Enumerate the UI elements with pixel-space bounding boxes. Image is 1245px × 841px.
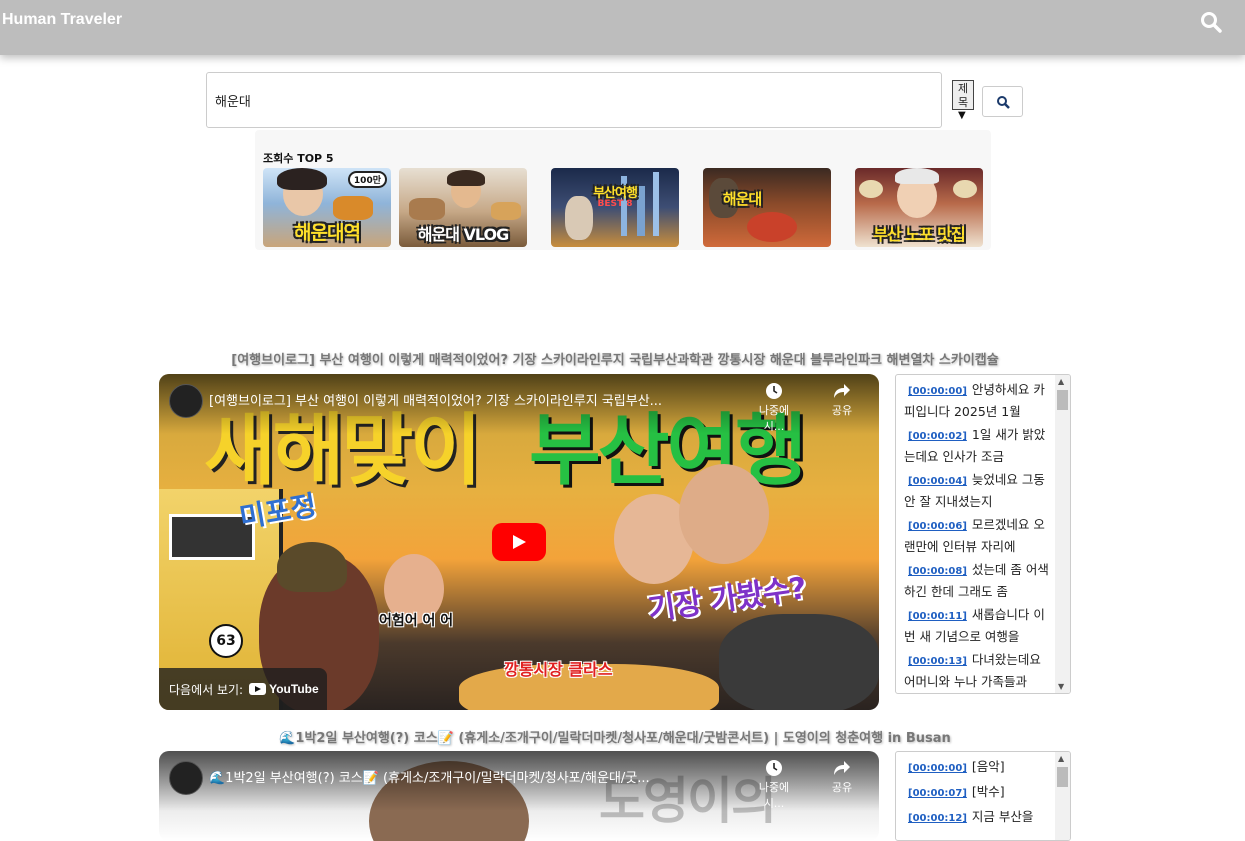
transcript-scrollbar[interactable]: ▲ — [1055, 752, 1070, 840]
youtube-logo-icon: YouTube — [249, 682, 319, 696]
transcript-text: 지금 부산을 — [971, 809, 1034, 824]
search-input[interactable] — [206, 72, 942, 128]
timestamp-link[interactable]: [00:00:04] — [908, 476, 967, 487]
watch-on-youtube[interactable]: 다음에서 보기: YouTube — [159, 668, 327, 710]
watch-later-label: 나중에 시... — [758, 404, 790, 433]
play-button[interactable] — [492, 523, 546, 561]
thumb-caption: 해운대 — [722, 190, 762, 208]
top5-thumb-2[interactable]: 해운대 VLOG — [399, 168, 527, 247]
chevron-down-icon: ▼ — [958, 110, 966, 121]
thumbnail-text: 어험어 어 어 — [379, 613, 454, 629]
timestamp-link[interactable]: [00:00:08] — [908, 566, 967, 577]
timestamp-link[interactable]: [00:00:02] — [908, 431, 967, 442]
timestamp-link[interactable]: [00:00:11] — [908, 611, 967, 622]
top5-thumb-1[interactable]: 100만 해운대역 — [263, 168, 391, 247]
thumb-caption: 해운대역 — [294, 222, 361, 244]
top5-thumb-5[interactable]: 부산 노포 맛집 — [855, 168, 983, 247]
video-player[interactable]: 63 새해맞이 부산여행 미포정 기장 가봤수? 깡통시장 클라스 어험어 어 … — [159, 374, 879, 710]
top5-thumb-4[interactable]: 해운대 — [703, 168, 831, 247]
transcript-text: [음악] — [971, 759, 1005, 774]
player-title[interactable]: 🌊1박2일 부산여행(?) 코스📝 (휴게소/조개구이/밀락더마켓/청사포/해운… — [209, 767, 739, 786]
top5-title: 조회수 TOP 5 — [263, 152, 334, 165]
share-button[interactable]: 공유 — [817, 382, 867, 418]
thumb-subcaption: BEST 8 — [597, 199, 633, 209]
search-filter-select[interactable]: 제목 — [952, 80, 974, 110]
thumbnail-text: 깡통시장 클라스 — [504, 660, 613, 679]
video-title[interactable]: [여행브이로그] 부산 여행이 이렇게 매력적이었어? 기장 스카이라인루지 국… — [0, 349, 1230, 368]
watch-later-label: 나중에 시... — [758, 781, 790, 810]
transcript-line: [00:00:11] 새롭습니다 이번 새 기념으로 여행을 — [904, 605, 1054, 647]
timestamp-link[interactable]: [00:00:00] — [908, 386, 967, 397]
play-icon — [513, 535, 526, 549]
channel-avatar[interactable] — [169, 384, 203, 418]
search-button[interactable] — [982, 86, 1023, 117]
transcript-line: [00:00:00] 안녕하세요 카피입니다 2025년 1월 — [904, 380, 1054, 422]
timestamp-link[interactable]: [00:00:07] — [908, 788, 967, 799]
clock-icon — [766, 760, 782, 776]
brand-logo[interactable]: Human Traveler — [2, 11, 122, 29]
share-icon — [834, 384, 850, 398]
transcript-list: [00:00:00] [음악] [00:00:07] [박수] [00:00:12] 지금… — [896, 757, 1054, 832]
transcript-line: [00:00:08] 섰는데 좀 어색하긴 한데 그래도 좀 — [904, 560, 1054, 602]
filter-label: 제목 — [957, 82, 969, 109]
video-title[interactable]: 🌊1박2일 부산여행(?) 코스📝 (휴게소/조개구이/밀락더마켓/청사포/해운… — [0, 727, 1230, 746]
clock-icon — [766, 383, 782, 399]
transcript-line: [00:00:04] 늦었네요 그동안 잘 지내셨는지 — [904, 470, 1054, 512]
thumb-caption: 부산 노포 맛집 — [873, 225, 965, 244]
transcript-scrollbar[interactable]: ▲ ▼ — [1055, 375, 1070, 693]
top-nav-bar: Human Traveler — [0, 0, 1245, 55]
timestamp-link[interactable]: [00:00:13] — [908, 656, 967, 667]
top5-thumb-3[interactable]: 부산여행 BEST 8 — [551, 168, 679, 247]
timestamp-link[interactable]: [00:00:06] — [908, 521, 967, 532]
transcript-line: [00:00:00] [음악] — [904, 757, 1054, 779]
share-button[interactable]: 공유 — [817, 759, 867, 795]
timestamp-link[interactable]: [00:00:12] — [908, 813, 967, 824]
transcript-panel[interactable]: [00:00:00] [음악] [00:00:07] [박수] [00:00:12] 지금… — [895, 751, 1071, 841]
transcript-line: [00:00:02] 1일 새가 밝았는데요 인사가 조금 — [904, 425, 1054, 467]
transcript-list: [00:00:00] 안녕하세요 카피입니다 2025년 1월 [00:00:02]… — [896, 380, 1054, 693]
share-icon — [834, 761, 850, 775]
search-icon[interactable] — [1199, 10, 1223, 34]
transcript-panel[interactable]: [00:00:00] 안녕하세요 카피입니다 2025년 1월 [00:00:02]… — [895, 374, 1071, 694]
transcript-text: [박수] — [971, 784, 1005, 799]
view-count-badge: 100만 — [347, 171, 387, 188]
player-title[interactable]: [여행브이로그] 부산 여행이 이렇게 매력적이었어? 기장 스카이라인루지 국… — [209, 390, 739, 409]
video-player[interactable]: 도영이의 🌊1박2일 부산여행(?) 코스📝 (휴게소/조개구이/밀락더마켓/청… — [159, 751, 879, 841]
search-icon — [997, 96, 1010, 109]
channel-avatar[interactable] — [169, 761, 203, 795]
share-label: 공유 — [831, 781, 853, 794]
top5-panel: 조회수 TOP 5 100만 해운대역 해운대 VLOG 부산여행 BEST 8… — [255, 130, 991, 250]
watch-later-button[interactable]: 나중에 시... — [749, 382, 799, 434]
transcript-line: [00:00:06] 모르겠네요 오랜만에 인터뷰 자리에 — [904, 515, 1054, 557]
thumb-caption: 해운대 VLOG — [417, 225, 509, 244]
watch-on-label: 다음에서 보기: — [169, 682, 244, 697]
share-label: 공유 — [831, 404, 853, 417]
tram-number: 63 — [209, 624, 243, 658]
watch-later-button[interactable]: 나중에 시... — [749, 759, 799, 811]
transcript-line: [00:00:13] 다녀왔는데요 어머니와 누나 가족들과 — [904, 650, 1054, 692]
timestamp-link[interactable]: [00:00:00] — [908, 763, 967, 774]
transcript-line: [00:00:07] [박수] — [904, 782, 1054, 804]
